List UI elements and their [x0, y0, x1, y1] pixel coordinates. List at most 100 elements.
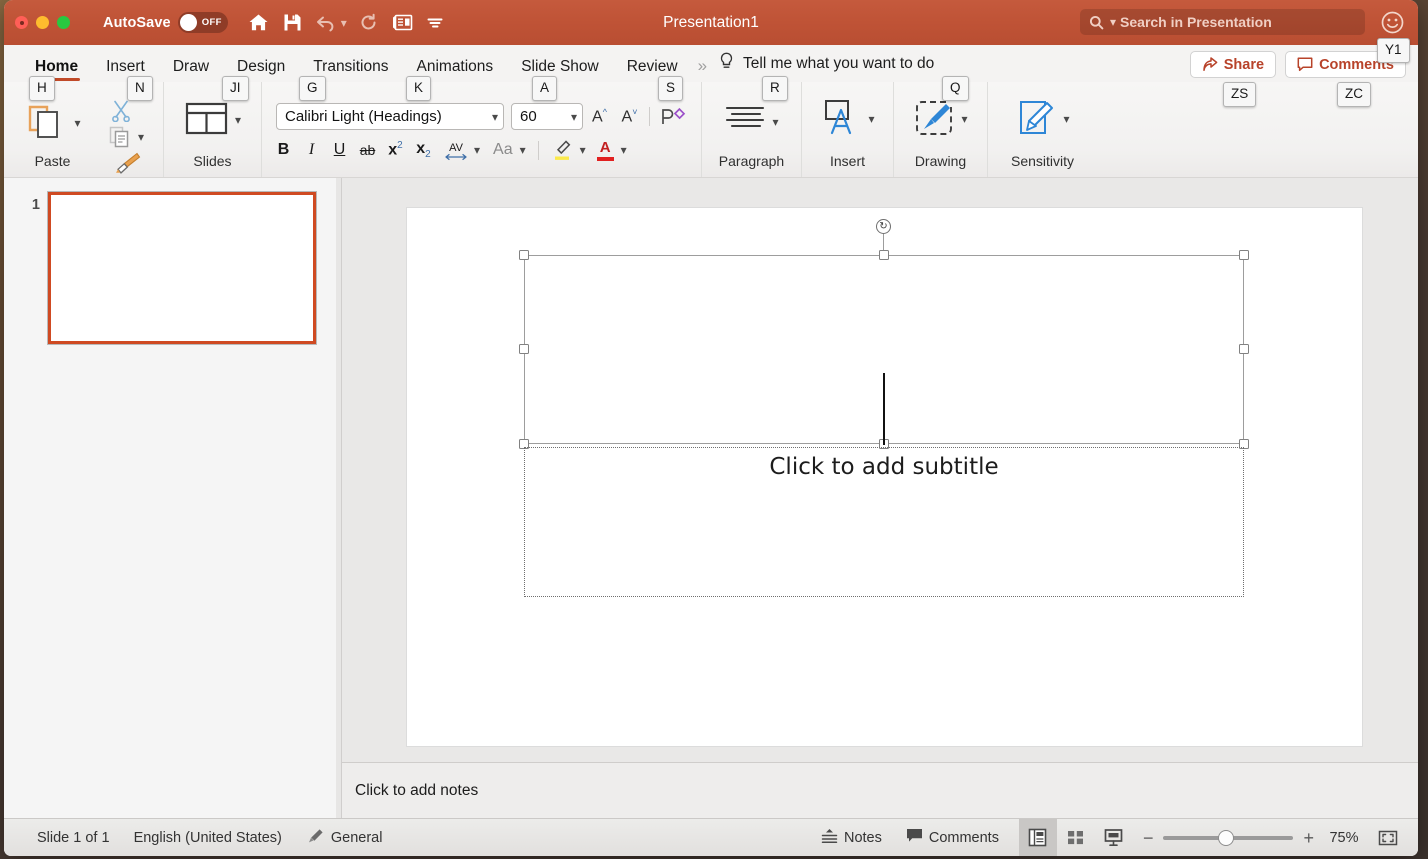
bold-button[interactable]: B	[274, 141, 293, 159]
close-window-button[interactable]	[15, 16, 28, 29]
notes-toggle-button[interactable]: Notes	[809, 819, 894, 856]
change-case-dropdown-icon[interactable]: ▾	[520, 144, 526, 156]
zoom-out-button[interactable]: −	[1143, 829, 1154, 847]
normal-view-button[interactable]	[1018, 819, 1057, 856]
minimize-window-button[interactable]	[36, 16, 49, 29]
text-highlight-button[interactable]: ▾	[551, 139, 586, 161]
feedback-smiley-icon[interactable]	[1381, 11, 1404, 39]
clipboard-tools-group: ▾ N	[101, 76, 163, 179]
fit-to-window-button[interactable]	[1378, 828, 1418, 848]
strikethrough-button[interactable]: ab	[358, 142, 377, 158]
autosave-toggle[interactable]: OFF	[177, 12, 228, 33]
language-label[interactable]: English (United States)	[134, 830, 282, 846]
font-color-button[interactable]: A ▾	[596, 140, 627, 161]
home-icon[interactable]	[248, 13, 269, 32]
resize-handle-top-left[interactable]	[519, 250, 529, 260]
subtitle-placeholder[interactable]: Click to add subtitle	[524, 447, 1244, 597]
undo-icon[interactable]	[316, 14, 336, 32]
customize-toolbar-icon[interactable]	[427, 17, 443, 29]
lightbulb-icon	[719, 52, 734, 76]
format-painter-button[interactable]	[115, 152, 141, 179]
notes-icon	[821, 828, 838, 848]
drawing-button[interactable]	[913, 98, 955, 138]
maximize-window-button[interactable]	[57, 16, 70, 29]
keytip-paste: H	[29, 76, 55, 101]
sensitivity-status[interactable]: General	[306, 828, 382, 848]
font-size-dropdown-icon[interactable]: ▾	[571, 110, 577, 124]
highlight-dropdown-icon[interactable]: ▾	[580, 144, 586, 156]
drawing-group-label: Drawing	[914, 153, 967, 169]
keytip-comments: ZC	[1337, 82, 1371, 107]
redo-icon[interactable]	[359, 13, 378, 32]
share-icon	[1203, 57, 1218, 72]
thumbnail-scrollbar[interactable]	[336, 178, 341, 818]
paste-group-label: Paste	[34, 153, 71, 169]
font-size-combobox[interactable]: 60 ▾	[511, 103, 583, 130]
more-tabs-icon[interactable]: »	[692, 56, 711, 82]
font-row2-separator	[537, 140, 539, 160]
keytip-font-name: G	[299, 76, 326, 101]
start-presentation-icon[interactable]	[392, 13, 413, 32]
clear-formatting-button[interactable]	[660, 107, 686, 127]
comments-toggle-button[interactable]: Comments	[894, 819, 1011, 856]
resize-handle-middle-right[interactable]	[1239, 344, 1249, 354]
fit-slide-icon	[1378, 830, 1398, 845]
ribbon-toolbar: ▾ Paste H ▾ N ▾ Slides JI Calibri Light …	[4, 76, 1418, 179]
copy-dropdown-icon[interactable]: ▾	[138, 131, 144, 143]
resize-handle-middle-left[interactable]	[519, 344, 529, 354]
change-case-button[interactable]: Aa ▾	[493, 141, 526, 159]
status-left: Slide 1 of 1 English (United States) Gen…	[4, 828, 382, 848]
insert-text-box-button[interactable]	[820, 98, 862, 138]
sensitivity-dropdown-icon[interactable]: ▾	[1063, 113, 1069, 125]
zoom-in-button[interactable]: +	[1303, 829, 1314, 847]
quick-access-toolbar[interactable]: ▾	[248, 13, 443, 32]
slide-thumbnail-pane: 1	[4, 178, 342, 818]
superscript-button[interactable]: x2	[386, 140, 405, 159]
slideshow-view-button[interactable]	[1095, 819, 1133, 856]
subscript-button[interactable]: x2	[414, 140, 433, 160]
grow-font-button[interactable]: A^	[590, 107, 609, 126]
undo-dropdown-icon[interactable]: ▾	[341, 17, 347, 29]
cut-button[interactable]	[111, 100, 131, 127]
paragraph-dropdown-icon[interactable]: ▾	[772, 116, 778, 128]
window-controls[interactable]	[4, 16, 70, 29]
notes-pane[interactable]: Click to add notes	[342, 762, 1418, 818]
zoom-slider-handle[interactable]	[1218, 829, 1235, 846]
paste-dropdown-icon[interactable]: ▾	[74, 117, 80, 129]
character-spacing-button[interactable]: AV ▾	[444, 140, 480, 161]
slide-sorter-view-button[interactable]	[1057, 819, 1095, 856]
paragraph-align-button[interactable]	[724, 104, 766, 134]
sensitivity-button[interactable]	[1015, 98, 1057, 138]
italic-button[interactable]: I	[302, 141, 321, 159]
font-name-dropdown-icon[interactable]: ▾	[492, 110, 498, 124]
drawing-dropdown-icon[interactable]: ▾	[961, 113, 967, 125]
slides-dropdown-icon[interactable]: ▾	[235, 114, 241, 126]
save-icon[interactable]	[283, 13, 302, 32]
underline-button[interactable]: U	[330, 141, 349, 159]
tell-me-search[interactable]: Tell me what you want to do	[711, 52, 934, 82]
tab-slide-show[interactable]: Slide Show	[507, 58, 613, 82]
zoom-slider[interactable]	[1163, 829, 1294, 846]
shrink-font-button[interactable]: A˅	[620, 107, 639, 126]
character-spacing-dropdown-icon[interactable]: ▾	[474, 144, 480, 156]
view-buttons	[1018, 819, 1133, 856]
tab-draw[interactable]: Draw	[159, 58, 223, 82]
font-name-combobox[interactable]: Calibri Light (Headings) ▾	[276, 103, 504, 130]
rotate-handle[interactable]: ↻	[876, 219, 891, 234]
font-color-dropdown-icon[interactable]: ▾	[621, 144, 627, 156]
search-dropdown-icon[interactable]: ▾	[1110, 16, 1116, 28]
share-button[interactable]: Share	[1189, 51, 1277, 78]
new-slide-button[interactable]	[184, 101, 229, 137]
share-label: Share	[1223, 56, 1265, 73]
thumbnail-list-item[interactable]: 1	[4, 178, 341, 345]
resize-handle-top-right[interactable]	[1239, 250, 1249, 260]
zoom-level-label[interactable]: 75%	[1324, 830, 1364, 846]
slide-canvas[interactable]: ↻ Click to add subtitle	[407, 208, 1362, 746]
insert-dropdown-icon[interactable]: ▾	[868, 113, 874, 125]
autosave-control[interactable]: AutoSave OFF	[103, 12, 228, 33]
slide-thumbnail-1[interactable]	[47, 191, 317, 345]
search-input[interactable]: ▾ Search in Presentation	[1080, 9, 1365, 35]
resize-handle-top-center[interactable]	[879, 250, 889, 260]
paste-button[interactable]	[24, 101, 68, 141]
copy-button[interactable]: ▾	[109, 126, 144, 148]
